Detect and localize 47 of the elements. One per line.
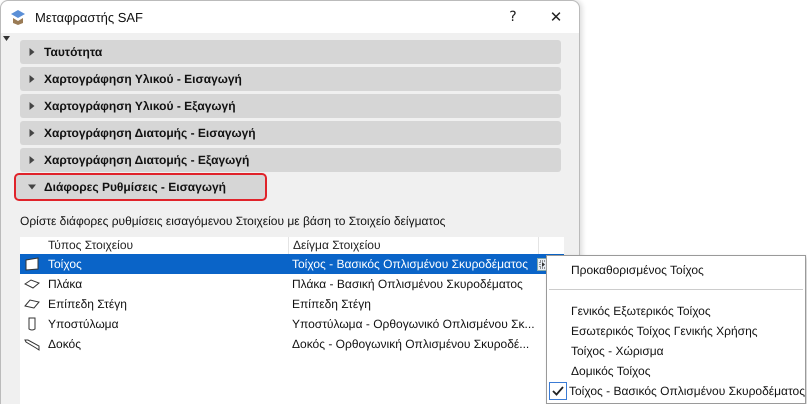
table-cell-text: Υποστύλωμα - Ορθογωνικό Οπλισμένου Σκ... bbox=[291, 317, 536, 331]
roof-icon bbox=[24, 297, 40, 311]
table-cell-text: Επίπεδη Στέγη bbox=[47, 297, 128, 311]
section-title: Χαρτογράφηση Διατομής - Εισαγωγή bbox=[44, 126, 256, 140]
table-row[interactable]: Τοίχος Τοίχος - Βασικός Οπλισμένου Σκυροδέματος bbox=[20, 254, 564, 274]
app-icon bbox=[9, 8, 27, 26]
menu-item-label: Γενικός Εξωτερικός Τοίχος bbox=[571, 304, 711, 318]
caret-right-icon bbox=[28, 75, 36, 83]
caret-right-icon bbox=[28, 156, 36, 164]
menu-item-label: Τοίχος - Χώρισμα bbox=[571, 344, 664, 358]
wall-icon bbox=[24, 257, 40, 271]
menu-item-label: Εσωτερικός Τοίχος Γενικής Χρήσης bbox=[571, 324, 758, 338]
section-title: Χαρτογράφηση Υλικού - Εξαγωγή bbox=[44, 99, 236, 113]
table-cell-text: Πλάκα - Βασική Οπλισμένου Σκυροδέματος bbox=[291, 277, 524, 291]
table-cell-text: Τοίχος bbox=[47, 257, 83, 271]
caret-right-icon bbox=[28, 102, 36, 110]
table-cell-text: Δοκός bbox=[47, 337, 82, 351]
menu-item-label: Προκαθορισμένος Τοίχος bbox=[571, 263, 704, 277]
section-header[interactable]: Ταυτότητα bbox=[20, 40, 561, 64]
section-header[interactable]: Διάφορες Ρυθμίσεις - Εισαγωγή bbox=[16, 175, 265, 199]
window-title: Μεταφραστής SAF bbox=[35, 10, 143, 24]
menu-item[interactable]: Τοίχος - Βασικός Οπλισμένου Σκυροδέματος bbox=[547, 381, 805, 401]
table-cell-text: Δοκός - Ορθογωνική Οπλισμένου Σκυροδέ... bbox=[291, 337, 530, 351]
table-cell-text: Υποστύλωμα bbox=[47, 317, 120, 331]
menu-item[interactable]: Δομικός Τοίχος bbox=[547, 361, 805, 381]
menu-item-label: Δομικός Τοίχος bbox=[571, 364, 650, 378]
section-header[interactable]: Χαρτογράφηση Διατομής - Εξαγωγή bbox=[20, 148, 561, 172]
section-title: Χαρτογράφηση Υλικού - Εισαγωγή bbox=[44, 72, 242, 86]
caret-right-icon bbox=[28, 129, 36, 137]
close-button[interactable]: ✕ bbox=[533, 1, 579, 33]
beam-icon bbox=[24, 337, 40, 351]
caret-down-icon bbox=[28, 183, 36, 191]
caret-icon bbox=[3, 36, 10, 41]
table-cell-text: Επίπεδη Στέγη bbox=[291, 297, 372, 311]
table-cell-text: Πλάκα bbox=[47, 277, 84, 291]
section-header[interactable]: Χαρτογράφηση Διατομής - Εισαγωγή bbox=[20, 121, 561, 145]
section-title: Διάφορες Ρυθμίσεις - Εισαγωγή bbox=[44, 180, 226, 194]
section-header[interactable]: Χαρτογράφηση Υλικού - Εξαγωγή bbox=[20, 94, 561, 118]
table-cell-text: Τοίχος - Βασικός Οπλισμένου Σκυροδέματος bbox=[291, 257, 530, 271]
help-button[interactable]: ? bbox=[493, 1, 533, 33]
section-header[interactable]: Χαρτογράφηση Υλικού - Εισαγωγή bbox=[20, 67, 561, 91]
section-title: Ταυτότητα bbox=[44, 45, 102, 59]
section-title: Χαρτογράφηση Διατομής - Εξαγωγή bbox=[44, 153, 250, 167]
description-text: Ορίστε διάφορες ρυθμίσεις εισαγόμενου Στοιχείου με βάση το Στοιχείο δείγματος bbox=[20, 213, 446, 230]
menu-item-label: Τοίχος - Βασικός Οπλισμένου Σκυροδέματος bbox=[569, 384, 806, 398]
slab-icon bbox=[24, 277, 40, 291]
caret-right-icon bbox=[28, 48, 36, 56]
